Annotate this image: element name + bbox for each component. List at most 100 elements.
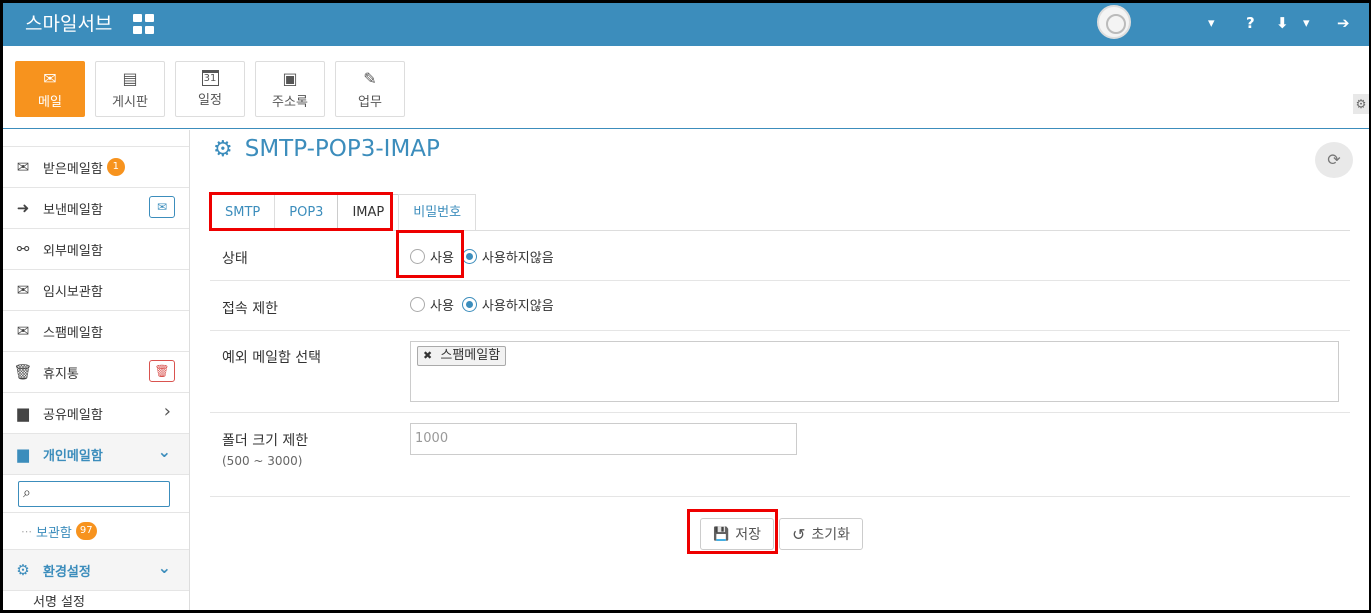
reset-icon: ↺ (791, 524, 806, 544)
sidebar-item-label: 보낸메일함 (43, 202, 103, 218)
status-option-disable[interactable]: 사용하지않음 (461, 247, 554, 266)
tag-label: 스팸메일함 (440, 348, 501, 363)
chevron-down-icon: ⌄ (157, 442, 171, 461)
apps-grid-icon[interactable] (133, 14, 155, 34)
sidebar-item-inbox[interactable]: ✉ 받은메일함 1 (3, 147, 189, 188)
selected-tag: ✖ 스팸메일함 (417, 346, 507, 366)
mail-icon: ✉ (43, 69, 57, 88)
reset-button[interactable]: ↺ 초기화 (779, 518, 863, 550)
draft-icon: ✉ (16, 281, 30, 299)
sidebar-item-label: 보관함 (36, 525, 72, 541)
tab-password[interactable]: 비밀번호 (398, 194, 477, 230)
sidebar-section-label: 개인메일함 (43, 448, 103, 464)
task-icon: ✎ (363, 69, 377, 88)
radio-selected-icon[interactable] (461, 249, 477, 264)
app-label: 일정 (198, 93, 222, 108)
access-option-disable[interactable]: 사용하지않음 (461, 295, 554, 314)
app-label: 업무 (358, 95, 382, 110)
sidebar-item-label: 공유메일함 (43, 407, 103, 423)
sidebar-item-label: 받은메일함 (43, 161, 103, 177)
sidebar-subitem-archive[interactable]: ⋯ 보관함 97 (3, 513, 189, 550)
app-mail-button[interactable]: ✉ 메일 (15, 61, 85, 117)
highlight-box (687, 509, 778, 554)
page-title-text: SMTP-POP3-IMAP (244, 136, 440, 162)
logout-icon[interactable]: ➔ (1337, 14, 1350, 32)
inbox-icon: ✉ (16, 158, 30, 176)
sidebar-section-personal[interactable]: ▆ 개인메일함 ⌄ (3, 434, 189, 475)
app-label: 주소록 (272, 95, 308, 110)
access-radio-group: 사용 사용하지않음 (410, 295, 562, 314)
sidebar-item-trash[interactable]: 🗑 휴지통 🗑 (3, 352, 189, 393)
app-board-button[interactable]: ▤ 게시판 (95, 61, 165, 117)
status-label: 상태 (222, 251, 248, 267)
app-contacts-button[interactable]: ▣ 주소록 (255, 61, 325, 117)
folder-limit-row: 폴더 크기 제한 (500 ~ 3000) 1000 (210, 413, 1350, 497)
sidebar-item-external[interactable]: ⚯ 외부메일함 (3, 229, 189, 270)
folder-icon: ▆ (17, 445, 29, 463)
sidebar-item-label: 스팸메일함 (43, 325, 103, 341)
sidebar-item-label: 서명 설정 (33, 595, 85, 610)
mail-check-icon[interactable]: ✉ (149, 196, 175, 218)
sidebar-item-sent[interactable]: ➜ 보낸메일함 ✉ (3, 188, 189, 229)
app-calendar-button[interactable]: 31 일정 (175, 61, 245, 117)
count-badge: 97 (75, 522, 97, 540)
sent-icon: ➜ (16, 199, 30, 217)
gear-icon: ⚙ (16, 561, 30, 579)
radio-label: 사용 (430, 299, 454, 314)
sidebar-section-settings[interactable]: ⚙ 환경설정 ⌄ (3, 550, 189, 591)
avatar[interactable] (1097, 5, 1131, 39)
folder-limit-input[interactable]: 1000 (410, 423, 797, 455)
radio-label: 사용하지않음 (481, 299, 554, 314)
board-icon: ▤ (122, 69, 138, 88)
sidebar: ✉ 받은메일함 1 ➜ 보낸메일함 ✉ ⚯ 외부메일함 ✉ 임시보관함 ✉ 스팸… (3, 130, 190, 610)
sidebar-item-spam[interactable]: ✉ 스팸메일함 (3, 311, 189, 352)
access-row: 접속 제한 사용 사용하지않음 (210, 281, 1350, 331)
top-bar: 스마일서브 ▾ ? ⬇ ▾ ➔ (3, 3, 1369, 46)
access-option-use[interactable]: 사용 (410, 295, 454, 314)
sidebar-item-label: 휴지통 (43, 366, 79, 382)
tree-line-icon: ⋯ (21, 524, 32, 538)
download-icon[interactable]: ⬇ (1276, 14, 1289, 32)
except-mailbox-select[interactable]: ✖ 스팸메일함 (410, 341, 1339, 402)
trash-icon: 🗑 (13, 363, 33, 381)
calendar-icon: 31 (201, 70, 219, 86)
app-bar: ✉ 메일 ▤ 게시판 31 일정 ▣ 주소록 ✎ 업무 ⚙ (3, 46, 1369, 129)
gear-icon: ⚙ (213, 136, 233, 162)
sidebar-subitem-signature[interactable]: 서명 설정 (3, 591, 189, 610)
reset-label: 초기화 (811, 527, 851, 543)
radio-selected-icon[interactable] (461, 297, 477, 312)
sidebar-item-label: 임시보관함 (43, 284, 103, 300)
sidebar-item-shared[interactable]: ▆ 공유메일함 › (3, 393, 189, 434)
folder-search-input[interactable]: ⌕ (18, 481, 170, 507)
refresh-button[interactable]: ⟳ (1315, 142, 1353, 178)
external-link-icon: ⚯ (16, 240, 30, 258)
app-label: 게시판 (112, 95, 148, 110)
search-icon: ⌕ (23, 485, 31, 501)
brand-title: 스마일서브 (25, 13, 113, 35)
chevron-down-icon: ⌄ (157, 558, 171, 577)
page-title: ⚙ SMTP-POP3-IMAP (213, 136, 440, 162)
remove-tag-icon[interactable]: ✖ (423, 349, 432, 362)
sidebar-search: ⌕ (3, 475, 189, 513)
radio-icon[interactable] (410, 297, 425, 312)
app-task-button[interactable]: ✎ 업무 (335, 61, 405, 117)
unread-badge: 1 (106, 158, 125, 176)
except-row: 예외 메일함 선택 ✖ 스팸메일함 (210, 331, 1350, 413)
sidebar-item-drafts[interactable]: ✉ 임시보관함 (3, 270, 189, 311)
sidebar-item-label: 외부메일함 (43, 243, 103, 259)
sidebar-section-label: 환경설정 (43, 564, 91, 580)
shared-folder-icon: ▆ (17, 404, 29, 422)
caret-down-icon[interactable]: ▾ (1208, 16, 1215, 31)
empty-trash-icon[interactable]: 🗑 (149, 360, 175, 382)
except-label: 예외 메일함 선택 (222, 350, 322, 366)
highlight-box (396, 230, 464, 278)
help-icon[interactable]: ? (1246, 14, 1255, 32)
main-content: ⚙ SMTP-POP3-IMAP ⟳ SMTP POP3 IMAP 비밀번호 상… (193, 130, 1369, 610)
download-caret-icon[interactable]: ▾ (1303, 16, 1310, 31)
folder-limit-hint: (500 ~ 3000) (222, 454, 303, 468)
gear-icon[interactable]: ⚙ (1353, 94, 1369, 114)
sidebar-clipped-item (3, 130, 189, 147)
folder-limit-label: 폴더 크기 제한 (222, 433, 309, 449)
highlight-box (209, 192, 393, 231)
app-label: 메일 (38, 95, 62, 110)
